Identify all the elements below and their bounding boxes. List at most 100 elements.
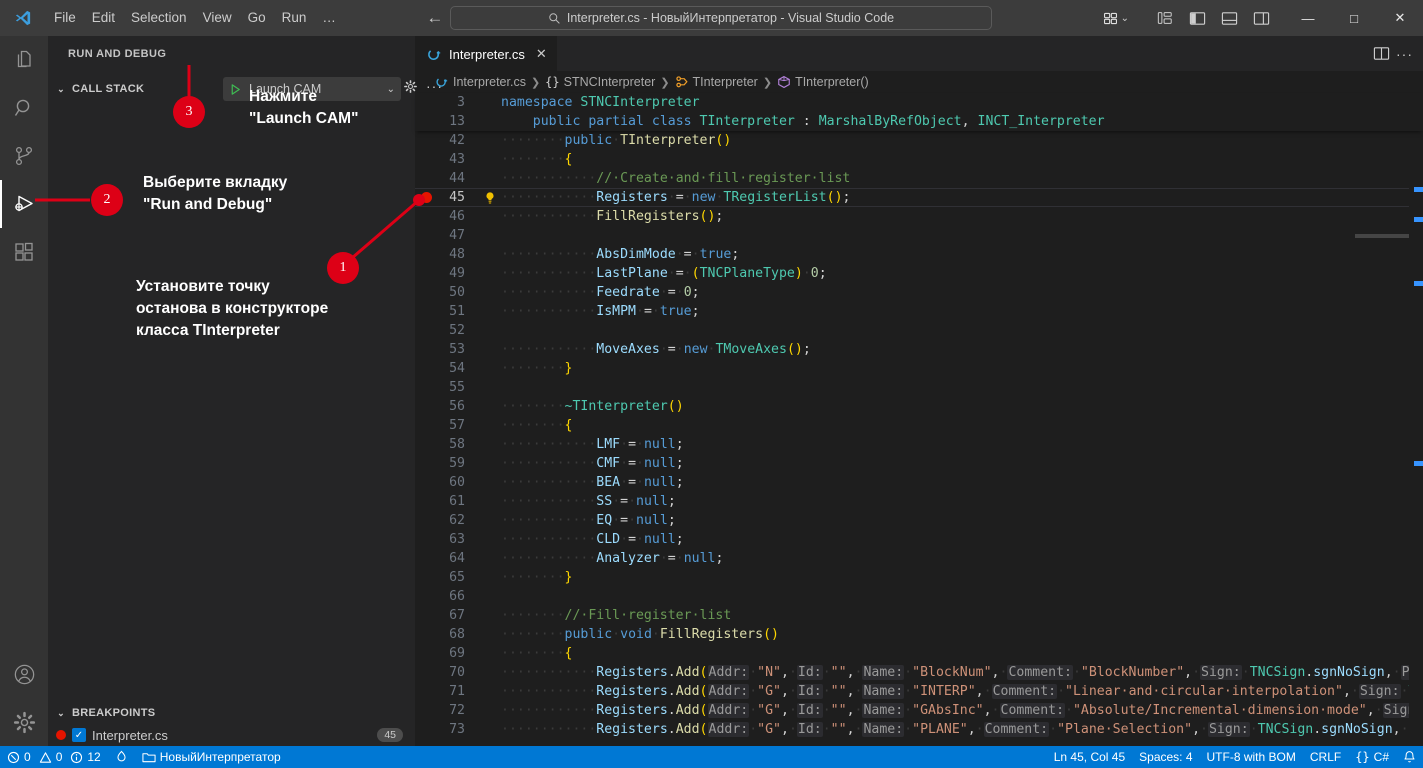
overview-ruler[interactable] xyxy=(1409,131,1423,746)
window-maximize-button[interactable]: □ xyxy=(1331,0,1377,36)
code-line[interactable]: 73 ············Registers.Add(Addr:·"G",·I… xyxy=(415,720,1423,739)
sidebar-item-extensions[interactable] xyxy=(0,228,48,276)
menu-edit[interactable]: Edit xyxy=(84,5,123,31)
code-line[interactable]: 55 xyxy=(415,378,1423,397)
split-editor-icon[interactable] xyxy=(1373,45,1390,62)
code-line[interactable]: 56 ········~TInterpreter() xyxy=(415,397,1423,416)
sticky-scroll-widget[interactable]: 3 namespace STNCInterpreter 13 public pa… xyxy=(415,93,1423,131)
tab-interpreter-cs[interactable]: Interpreter.cs ✕ xyxy=(415,36,557,71)
code-line[interactable]: 49 ············LastPlane·=·(TNCPlaneType)… xyxy=(415,264,1423,283)
menu-bar[interactable]: File Edit Selection View Go Run … xyxy=(46,5,344,31)
code-line[interactable]: 65 ········} xyxy=(415,568,1423,587)
code-line[interactable]: 47 xyxy=(415,226,1423,245)
menu-view[interactable]: View xyxy=(195,5,240,31)
lightbulb-icon[interactable] xyxy=(479,191,501,205)
sticky-line[interactable]: 13 public partial class TInterpreter : M… xyxy=(415,112,1423,131)
status-encoding[interactable]: UTF-8 with BOM xyxy=(1200,746,1303,768)
customize-layout-icon[interactable] xyxy=(1151,3,1179,33)
editor-tab-actions[interactable]: ··· xyxy=(1373,36,1423,71)
code-line[interactable]: 58 ············LMF·=·null; xyxy=(415,435,1423,454)
code-line[interactable]: 48 ············AbsDimMode·=·true; xyxy=(415,245,1423,264)
menu-file[interactable]: File xyxy=(46,5,84,31)
code-line[interactable]: 61 ············SS·=·null; xyxy=(415,492,1423,511)
sidebar-item-explorer[interactable] xyxy=(0,36,48,84)
code-line[interactable]: 46 ············FillRegisters(); xyxy=(415,207,1423,226)
breadcrumb[interactable]: Interpreter.cs ❯ {} STNCInterpreter ❯ TI… xyxy=(415,71,1423,93)
chevron-down-icon[interactable]: ⌄ xyxy=(387,84,395,95)
accounts-button[interactable] xyxy=(0,650,48,698)
code-line[interactable]: 62 ············EQ·=·null; xyxy=(415,511,1423,530)
more-icon[interactable]: ··· xyxy=(1396,46,1413,62)
toggle-secondary-sidebar-icon[interactable] xyxy=(1247,3,1275,33)
go-back-icon[interactable]: ← xyxy=(422,8,448,28)
status-language-mode[interactable]: {} C# xyxy=(1348,746,1396,768)
code-line[interactable]: 66 xyxy=(415,587,1423,606)
code-line[interactable]: 52 xyxy=(415,321,1423,340)
play-icon[interactable] xyxy=(229,83,242,96)
menu-selection[interactable]: Selection xyxy=(123,5,195,31)
debug-toolbar-actions[interactable]: ··· xyxy=(403,78,443,94)
code-line[interactable]: 72 ············Registers.Add(Addr:·"G",·I… xyxy=(415,701,1423,720)
breadcrumb-item-file[interactable]: Interpreter.cs xyxy=(435,75,526,89)
code-line[interactable]: 70 ············Registers.Add(Addr:·"N",·I… xyxy=(415,663,1423,682)
code-line[interactable]: 43 ········{ xyxy=(415,150,1423,169)
code-lines-container[interactable]: 42 ········public·TInterpreter() 43 ·······… xyxy=(415,131,1423,739)
minimap-slider[interactable] xyxy=(1355,234,1409,238)
code-line[interactable]: 51 ············IsMPM·=·true; xyxy=(415,302,1423,321)
gear-icon xyxy=(12,710,37,735)
code-line[interactable]: 54 ········} xyxy=(415,359,1423,378)
status-ports[interactable] xyxy=(108,746,135,768)
close-icon[interactable]: ✕ xyxy=(536,46,547,62)
status-problems[interactable]: 0 0 12 xyxy=(0,746,108,768)
sticky-line[interactable]: 3 namespace STNCInterpreter xyxy=(415,93,1423,112)
language-label: C# xyxy=(1373,750,1389,764)
code-line[interactable]: 67 ········//·Fill·register·list xyxy=(415,606,1423,625)
code-line[interactable]: 71 ············Registers.Add(Addr:·"G",·I… xyxy=(415,682,1423,701)
error-count: 0 xyxy=(24,750,31,764)
code-line[interactable]: 68 ········public·void·FillRegisters() xyxy=(415,625,1423,644)
code-line[interactable]: 50 ············Feedrate·=·0; xyxy=(415,283,1423,302)
code-line[interactable]: 63 ············CLD·=·null; xyxy=(415,530,1423,549)
chevron-down-icon[interactable]: ⌄ xyxy=(54,708,68,719)
more-icon[interactable]: ··· xyxy=(426,78,443,94)
quick-input-search-box[interactable]: Interpreter.cs - НовыйИнтерпретатор - Vi… xyxy=(450,6,992,30)
code-line[interactable]: 64 ············Analyzer·=·null; xyxy=(415,549,1423,568)
status-folder[interactable]: НовыйИнтерпретатор xyxy=(135,746,288,768)
code-line[interactable]: 42 ········public·TInterpreter() xyxy=(415,131,1423,150)
launch-configuration-selector[interactable]: Launch CAM ⌄ xyxy=(223,77,401,101)
status-cursor-position[interactable]: Ln 45, Col 45 xyxy=(1047,746,1132,768)
breadcrumb-item-class[interactable]: TInterpreter xyxy=(675,75,758,89)
menu-overflow[interactable]: … xyxy=(314,5,344,31)
sidebar-item-search[interactable] xyxy=(0,84,48,132)
status-notifications[interactable] xyxy=(1396,746,1423,768)
breadcrumb-item-namespace[interactable]: {} STNCInterpreter xyxy=(545,75,655,89)
gear-icon[interactable] xyxy=(403,79,418,94)
breakpoint-list-item[interactable]: ✓ Interpreter.cs 45 xyxy=(48,724,415,746)
status-indentation[interactable]: Spaces: 4 xyxy=(1132,746,1199,768)
layout-controls[interactable] xyxy=(1151,3,1275,33)
breadcrumb-item-method[interactable]: TInterpreter() xyxy=(777,75,869,89)
code-line[interactable]: 60 ············BEA·=·null; xyxy=(415,473,1423,492)
toggle-primary-sidebar-icon[interactable] xyxy=(1183,3,1211,33)
code-line[interactable]: 69 ········{ xyxy=(415,644,1423,663)
sidebar-item-source-control[interactable] xyxy=(0,132,48,180)
remote-accounts-badge[interactable]: ⌄ xyxy=(1102,10,1129,27)
breakpoint-checkbox[interactable]: ✓ xyxy=(72,728,86,742)
code-line[interactable]: 45 ············Registers·=·new·TRegisterL… xyxy=(415,188,1423,207)
window-minimize-button[interactable]: — xyxy=(1285,0,1331,36)
chevron-down-icon[interactable]: ⌄ xyxy=(54,84,68,95)
code-line[interactable]: 44 ············//·Create·and·fill·registe… xyxy=(415,169,1423,188)
sidebar-item-run-and-debug[interactable] xyxy=(0,180,48,228)
breakpoints-section-header[interactable]: ⌄ BREAKPOINTS xyxy=(48,702,415,724)
window-close-button[interactable]: ✕ xyxy=(1377,0,1423,36)
menu-go[interactable]: Go xyxy=(240,5,274,31)
breakpoint-marker[interactable] xyxy=(415,192,437,203)
code-line[interactable]: 57 ········{ xyxy=(415,416,1423,435)
code-line[interactable]: 53 ············MoveAxes·=·new·TMoveAxes()… xyxy=(415,340,1423,359)
menu-run[interactable]: Run xyxy=(274,5,315,31)
toggle-panel-icon[interactable] xyxy=(1215,3,1243,33)
manage-settings-button[interactable] xyxy=(0,698,48,746)
code-line[interactable]: 59 ············CMF·=·null; xyxy=(415,454,1423,473)
status-eol[interactable]: CRLF xyxy=(1303,746,1348,768)
code-editor[interactable]: 42 ········public·TInterpreter() 43 ·······… xyxy=(415,131,1423,746)
